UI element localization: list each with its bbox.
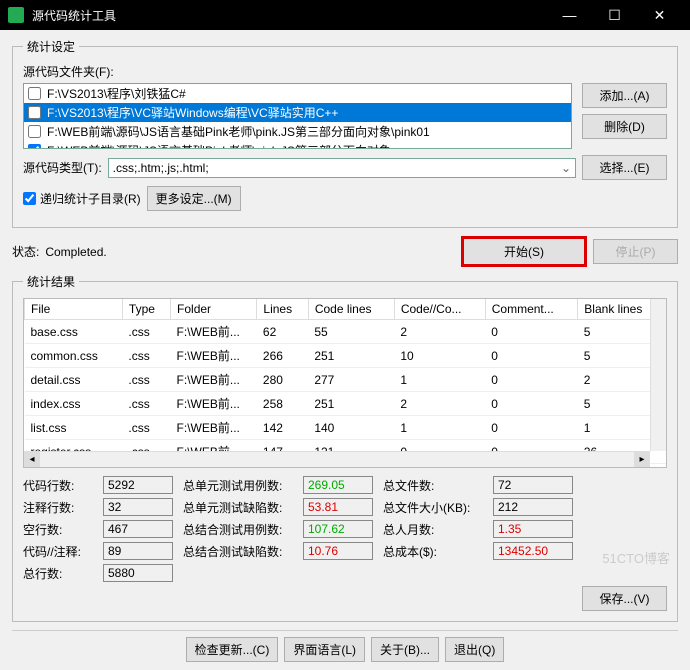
hscrollbar[interactable]: ◂ ▸ <box>24 451 650 467</box>
recurse-checkbox-label[interactable]: 递归统计子目录(R) <box>23 190 141 207</box>
list-item[interactable]: F:\WEB前端\源码\JS语言基础Pink老师\pink.JS第三部分面向对象… <box>24 122 571 141</box>
table-row[interactable]: common.css.cssF:\WEB前...2662511005 <box>25 344 666 368</box>
stat-value: 107.62 <box>303 520 373 538</box>
stat-value: 32 <box>103 498 173 516</box>
status-value: Completed. <box>45 245 106 259</box>
stat-label: 代码行数: <box>23 477 93 494</box>
folder-list[interactable]: F:\VS2013\程序\刘铁猛C# F:\VS2013\程序\VC驿站Windo… <box>23 83 572 149</box>
stop-button: 停止(P) <box>593 239 678 264</box>
scroll-left-icon[interactable]: ◂ <box>24 452 40 467</box>
stat-label: 总单元测试用例数: <box>183 477 293 494</box>
folder-checkbox[interactable] <box>28 87 41 100</box>
stat-label: 空行数: <box>23 521 93 538</box>
stat-value: 5292 <box>103 476 173 494</box>
footer: 检查更新...(C) 界面语言(L) 关于(B)... 退出(Q) <box>12 630 678 662</box>
select-types-button[interactable]: 选择...(E) <box>582 155 667 180</box>
column-header[interactable]: Code//Co... <box>394 299 485 320</box>
recurse-checkbox[interactable] <box>23 192 36 205</box>
stat-value: 10.76 <box>303 542 373 560</box>
folder-path: F:\WEB前端\源码\JS语言基础Pink老师\pink.JS第三部分面向对象… <box>47 123 430 140</box>
column-header[interactable]: Folder <box>171 299 257 320</box>
stat-label: 总文件数: <box>383 477 483 494</box>
minimize-button[interactable]: — <box>547 7 592 23</box>
stat-label: 总成本($): <box>383 543 483 560</box>
folder-path: F:\VS2013\程序\刘铁猛C# <box>47 85 186 102</box>
results-legend: 统计结果 <box>23 273 79 290</box>
settings-group: 统计设定 源代码文件夹(F): F:\VS2013\程序\刘铁猛C#F:\VS2… <box>12 38 678 228</box>
stat-value: 212 <box>493 498 573 516</box>
table-row[interactable]: index.css.cssF:\WEB前...258251205 <box>25 392 666 416</box>
titlebar: 源代码统计工具 — ☐ ✕ <box>0 0 690 30</box>
list-item[interactable]: F:\WEB前端\源码\JS语言基础Pink老师\pink.JS第三部分面向对象 <box>24 141 571 149</box>
more-settings-button[interactable]: 更多设定...(M) <box>147 186 241 211</box>
results-table[interactable]: FileTypeFolderLinesCode linesCode//Co...… <box>24 299 666 468</box>
folder-path: F:\WEB前端\源码\JS语言基础Pink老师\pink.JS第三部分面向对象 <box>47 142 391 149</box>
column-header[interactable]: Type <box>122 299 170 320</box>
stat-value: 467 <box>103 520 173 538</box>
stats-grid: 代码行数: 5292 总单元测试用例数: 269.05 总文件数: 72 注释行数: 32 总单… <box>23 476 667 582</box>
app-icon <box>8 7 24 23</box>
table-row[interactable]: list.css.cssF:\WEB前...142140101 <box>25 416 666 440</box>
folder-checkbox[interactable] <box>28 106 41 119</box>
about-button[interactable]: 关于(B)... <box>371 637 439 662</box>
list-item[interactable]: F:\VS2013\程序\刘铁猛C# <box>24 84 571 103</box>
types-input[interactable]: .css;.htm;.js;.html; ⌄ <box>108 158 576 178</box>
dropdown-icon[interactable]: ⌄ <box>561 161 571 175</box>
types-value: .css;.htm;.js;.html; <box>113 161 561 175</box>
stat-value: 5880 <box>103 564 173 582</box>
folder-checkbox[interactable] <box>28 144 41 149</box>
results-group: 统计结果 ▴ FileTypeFolderLinesCode linesCode… <box>12 273 678 622</box>
column-header[interactable]: Lines <box>257 299 308 320</box>
window-title: 源代码统计工具 <box>32 7 547 24</box>
column-header[interactable]: Code lines <box>308 299 394 320</box>
stat-label: 注释行数: <box>23 499 93 516</box>
language-button[interactable]: 界面语言(L) <box>284 637 365 662</box>
maximize-button[interactable]: ☐ <box>592 7 637 24</box>
close-button[interactable]: ✕ <box>637 7 682 24</box>
stat-value: 13452.50 <box>493 542 573 560</box>
stat-label: 总单元测试缺陷数: <box>183 499 293 516</box>
start-button[interactable]: 开始(S) <box>461 236 587 267</box>
list-item[interactable]: F:\VS2013\程序\VC驿站Windows编程\VC驿站实用C++ <box>24 103 571 122</box>
stat-value: 269.05 <box>303 476 373 494</box>
stat-label: 总行数: <box>23 565 93 582</box>
add-button[interactable]: 添加...(A) <box>582 83 667 108</box>
stat-value: 72 <box>493 476 573 494</box>
folder-checkbox[interactable] <box>28 125 41 138</box>
vscrollbar[interactable] <box>650 299 666 451</box>
stat-label: 总人月数: <box>383 521 483 538</box>
watermark: 51CTO博客 <box>602 548 670 567</box>
table-row[interactable]: detail.css.cssF:\WEB前...280277102 <box>25 368 666 392</box>
results-table-wrap: ▴ FileTypeFolderLinesCode linesCode//Co.… <box>23 298 667 468</box>
stat-label: 代码//注释: <box>23 543 93 560</box>
settings-legend: 统计设定 <box>23 38 79 55</box>
column-header[interactable]: File <box>25 299 123 320</box>
folder-path: F:\VS2013\程序\VC驿站Windows编程\VC驿站实用C++ <box>47 104 338 121</box>
folders-label: 源代码文件夹(F): <box>23 63 667 80</box>
column-header[interactable]: Comment... <box>485 299 578 320</box>
stat-value: 89 <box>103 542 173 560</box>
scroll-right-icon[interactable]: ▸ <box>634 452 650 467</box>
table-row[interactable]: base.css.cssF:\WEB前...6255205 <box>25 320 666 344</box>
types-label: 源代码类型(T): <box>23 159 102 176</box>
stat-label: 总文件大小(KB): <box>383 499 483 516</box>
stat-label: 总结合测试缺陷数: <box>183 543 293 560</box>
stat-value: 53.81 <box>303 498 373 516</box>
stat-value: 1.35 <box>493 520 573 538</box>
status-label: 状态: <box>12 243 39 260</box>
stat-label: 总结合测试用例数: <box>183 521 293 538</box>
exit-button[interactable]: 退出(Q) <box>445 637 504 662</box>
check-update-button[interactable]: 检查更新...(C) <box>186 637 279 662</box>
save-button[interactable]: 保存...(V) <box>582 586 667 611</box>
delete-button[interactable]: 删除(D) <box>582 114 667 139</box>
